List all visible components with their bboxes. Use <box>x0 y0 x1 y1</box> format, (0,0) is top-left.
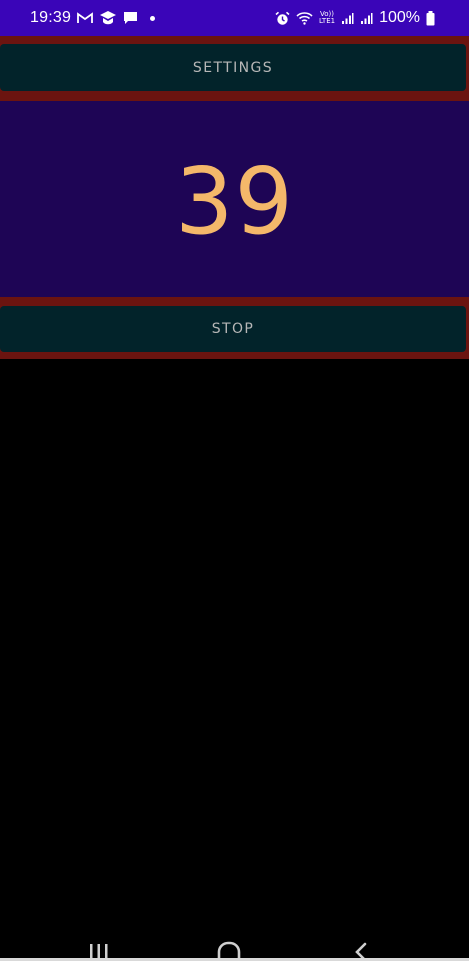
counter-panel: 39 <box>0 101 469 297</box>
app-screen: 19:39 Vo)) LTE1 100% SETTINGS 39 STOP <box>0 0 469 961</box>
signal-icon-2 <box>360 12 373 25</box>
alarm-icon <box>275 11 290 26</box>
counter-value: 39 <box>174 147 295 255</box>
battery-percentage: 100% <box>379 9 420 26</box>
status-right: Vo)) LTE1 100% <box>275 9 435 27</box>
status-bar: 19:39 Vo)) LTE1 100% <box>0 0 469 36</box>
wifi-calling-icon <box>296 11 313 25</box>
volte-icon: Vo)) LTE1 <box>319 11 335 25</box>
graduation-cap-icon <box>99 10 117 26</box>
gmail-icon <box>77 12 93 24</box>
status-left: 19:39 <box>30 9 156 27</box>
battery-icon <box>426 10 435 26</box>
signal-icon <box>341 12 354 25</box>
stop-button[interactable]: STOP <box>0 306 466 352</box>
settings-button[interactable]: SETTINGS <box>0 44 466 91</box>
navigation-bar <box>0 930 469 961</box>
stop-button-label: STOP <box>211 321 255 337</box>
status-time: 19:39 <box>30 9 72 26</box>
volte-bottom-label: LTE1 <box>318 17 336 25</box>
settings-button-label: SETTINGS <box>192 59 274 76</box>
notification-dot-icon <box>150 15 156 21</box>
chat-icon <box>123 11 138 25</box>
